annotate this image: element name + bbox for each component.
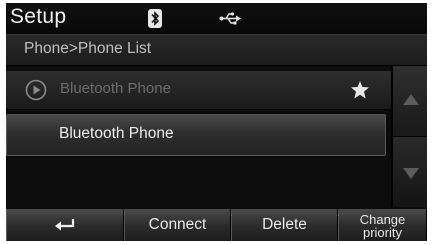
phone-list: Bluetooth Phone Bluetooth Phone (6, 66, 391, 209)
bluetooth-icon (148, 9, 162, 28)
list-item-connected-phone[interactable]: Bluetooth Phone (6, 71, 391, 110)
arrow-up-icon (403, 94, 419, 105)
back-button[interactable] (6, 209, 124, 241)
usb-icon (219, 12, 241, 25)
arrow-down-icon (403, 168, 419, 179)
header-bar: Setup (6, 3, 427, 34)
connect-button[interactable]: Connect (124, 209, 231, 241)
page-title: Setup (10, 5, 67, 28)
star-icon (351, 81, 369, 99)
change-priority-button[interactable]: Change priority (338, 209, 427, 241)
list-item-label: Bluetooth Phone (59, 125, 174, 142)
breadcrumb-bar: Phone>Phone List (6, 34, 427, 66)
list-item-label: Bluetooth Phone (60, 80, 171, 97)
back-arrow-icon (55, 219, 75, 231)
scroll-up-button[interactable] (393, 66, 427, 137)
bottom-toolbar: Connect Delete Change priority (6, 209, 427, 241)
list-item-selected-phone[interactable]: Bluetooth Phone (6, 114, 386, 156)
delete-button[interactable]: Delete (231, 209, 338, 241)
scroll-down-button[interactable] (393, 137, 427, 207)
breadcrumb: Phone>Phone List (24, 40, 152, 57)
setup-screen: Setup Phone>Phone List Bluetooth Phone B… (6, 3, 427, 241)
play-circle-icon (25, 79, 47, 101)
